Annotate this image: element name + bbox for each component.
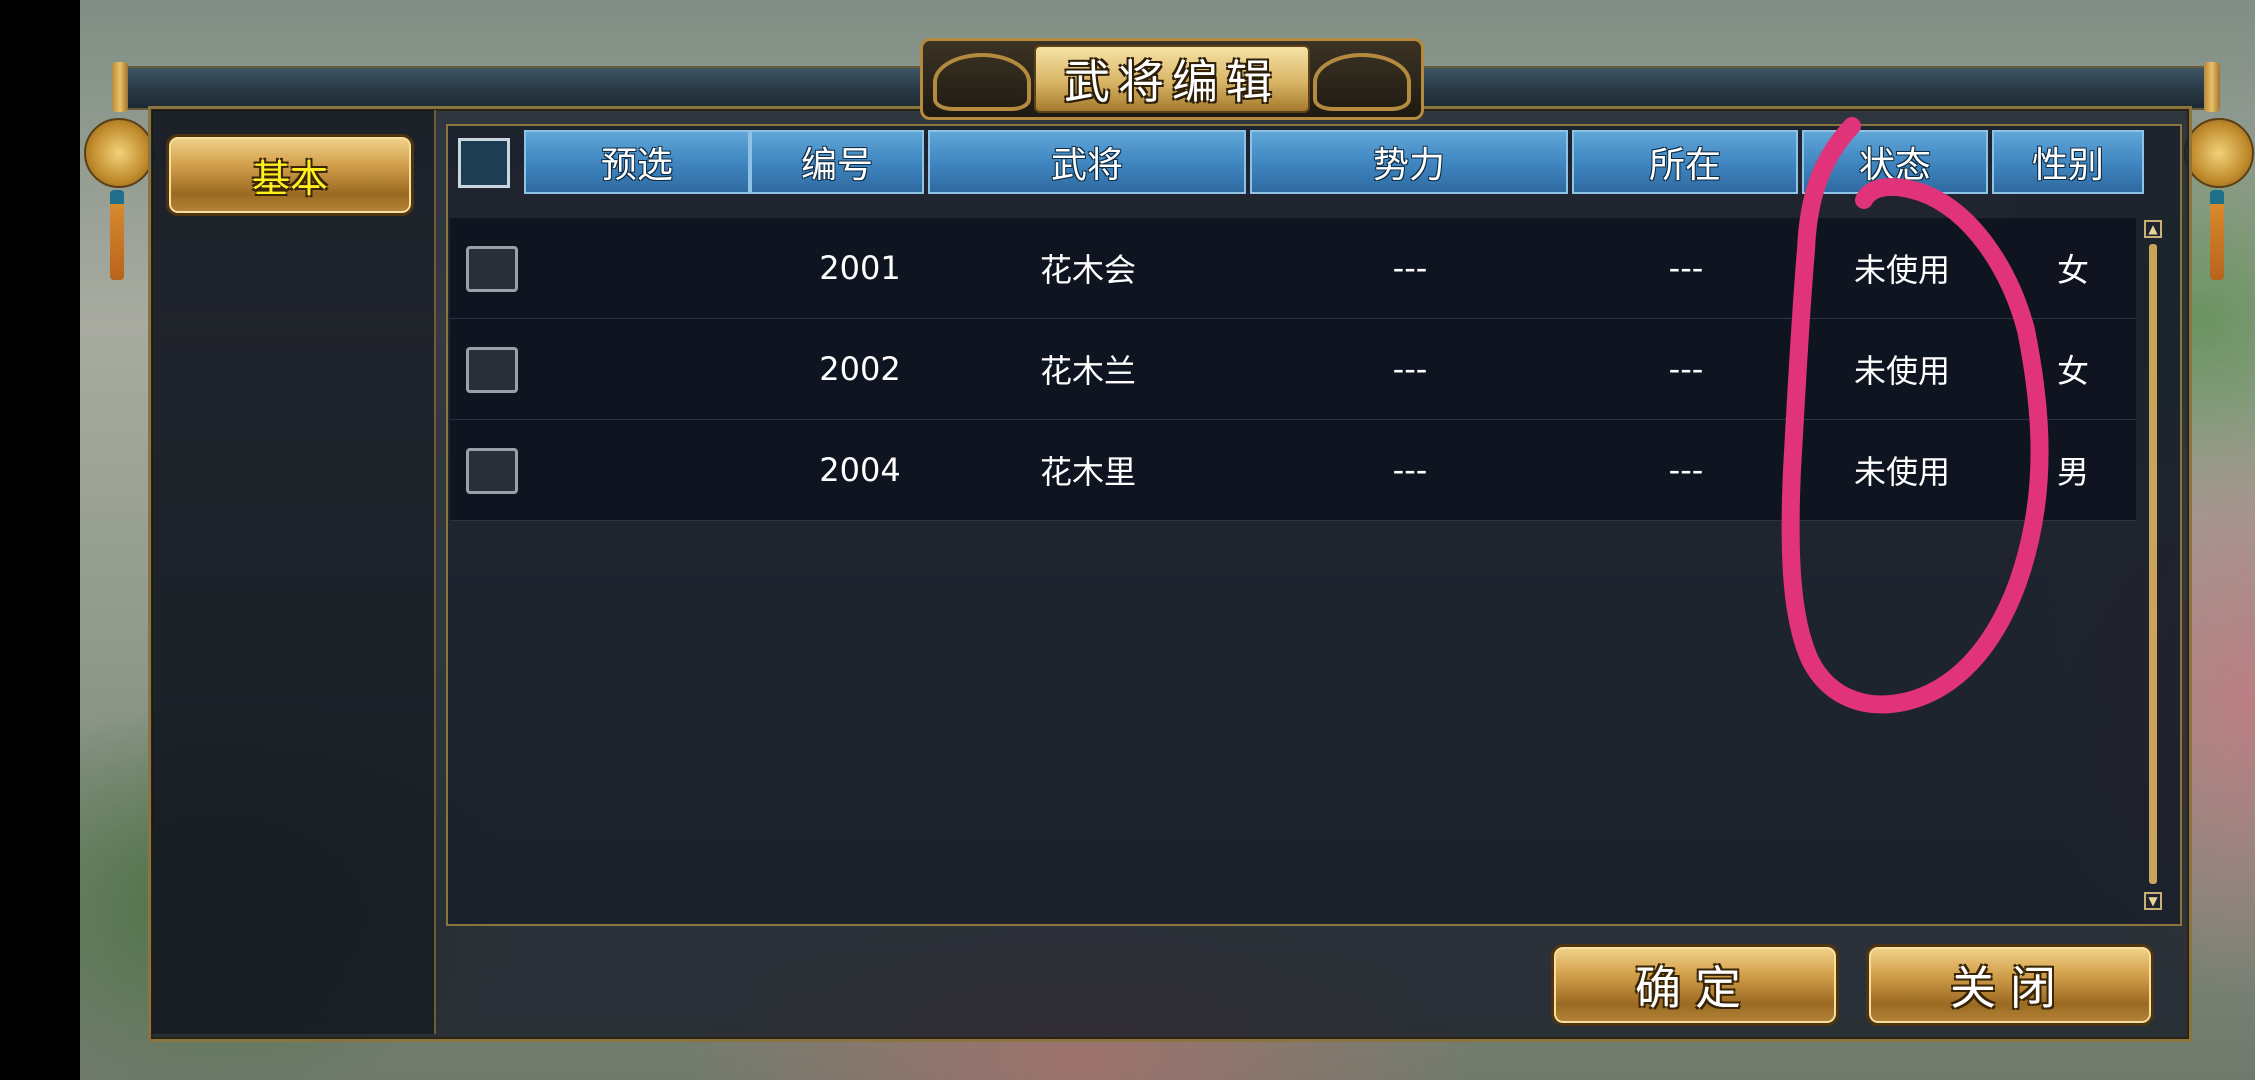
cell-faction: --- <box>1392 350 1428 388</box>
tab-basic[interactable]: 基本 <box>166 134 414 216</box>
header-faction[interactable]: 势力 <box>1250 130 1568 194</box>
cell-faction: --- <box>1392 451 1428 489</box>
row-checkbox[interactable] <box>466 448 518 494</box>
cell-status: 未使用 <box>1853 251 1950 289</box>
scroll-track[interactable] <box>2149 244 2157 884</box>
left-cloud-ornament-icon <box>933 53 1031 111</box>
select-all-checkbox[interactable] <box>458 138 510 188</box>
cell-location: --- <box>1668 249 1704 287</box>
close-button[interactable]: 关闭 <box>1866 944 2154 1026</box>
row-checkbox[interactable] <box>466 246 518 292</box>
right-cloud-ornament-icon <box>1313 53 1411 111</box>
header-general[interactable]: 武将 <box>928 130 1246 194</box>
row-checkbox[interactable] <box>466 347 518 393</box>
cell-location: --- <box>1668 350 1704 388</box>
letterbox-left <box>0 0 80 1080</box>
cell-status: 未使用 <box>1853 352 1950 390</box>
dialog-title: 武将编辑 <box>1034 45 1310 113</box>
scroll-up-icon[interactable]: ▲ <box>2144 220 2162 238</box>
cell-location: --- <box>1668 451 1704 489</box>
left-medallion-icon <box>84 118 154 188</box>
left-tassel-icon <box>110 190 124 280</box>
cell-general: 花木兰 <box>1039 352 1136 390</box>
cell-general: 花木里 <box>1039 453 1136 491</box>
list-scrollbar[interactable]: ▲ ▼ <box>2144 220 2162 910</box>
header-preselect[interactable]: 预选 <box>524 130 750 194</box>
cell-gender: 男 <box>2056 453 2089 491</box>
right-medallion-icon <box>2184 118 2254 188</box>
table-row[interactable]: 2004 花木里 --- --- 未使用 男 <box>450 420 2136 521</box>
general-list: 2001 花木会 --- --- 未使用 女 2002 花木兰 --- --- … <box>450 218 2136 521</box>
cell-status: 未使用 <box>1853 453 1950 491</box>
cell-general: 花木会 <box>1039 251 1136 289</box>
scroll-down-icon[interactable]: ▼ <box>2144 892 2162 910</box>
table-row[interactable]: 2001 花木会 --- --- 未使用 女 <box>450 218 2136 319</box>
header-id[interactable]: 编号 <box>750 130 924 194</box>
table-row[interactable]: 2002 花木兰 --- --- 未使用 女 <box>450 319 2136 420</box>
cell-gender: 女 <box>2056 251 2089 289</box>
cell-faction: --- <box>1392 249 1428 287</box>
cell-gender: 女 <box>2056 352 2089 390</box>
right-tassel-icon <box>2210 190 2224 280</box>
sidebar <box>152 110 436 1034</box>
header-gender[interactable]: 性别 <box>1992 130 2144 194</box>
confirm-button[interactable]: 确定 <box>1551 944 1839 1026</box>
header-location[interactable]: 所在 <box>1572 130 1798 194</box>
header-status[interactable]: 状态 <box>1802 130 1988 194</box>
title-plaque: 武将编辑 <box>920 38 1424 120</box>
